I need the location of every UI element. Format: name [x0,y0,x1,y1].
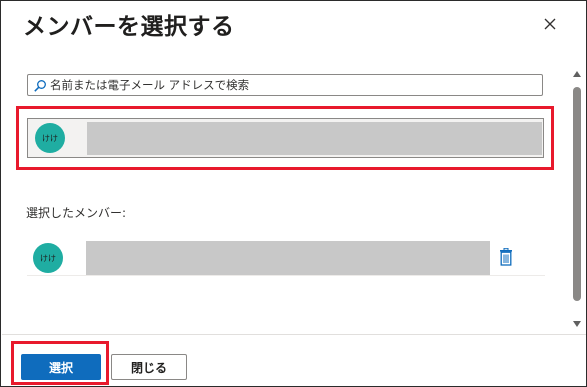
close-button[interactable]: 閉じる [111,354,187,380]
search-input[interactable] [50,75,535,95]
selected-member-row: けけ [27,239,545,276]
scrollbar-thumb[interactable] [573,87,581,301]
search-result-item[interactable]: けけ [27,118,544,158]
scroll-down-arrow-icon[interactable] [573,321,581,327]
search-box[interactable] [27,74,543,96]
trash-icon[interactable] [499,247,513,266]
close-icon[interactable] [539,13,561,35]
redacted-name [87,122,542,155]
dialog-title: メンバーを選択する [23,14,235,40]
avatar: けけ [33,243,63,273]
search-icon [33,78,47,92]
select-members-dialog: メンバーを選択する けけ 選択したメンバー: けけ [0,0,587,387]
redacted-name [86,241,490,275]
scroll-up-arrow-icon[interactable] [573,71,581,77]
avatar: けけ [35,123,65,153]
select-button[interactable]: 選択 [21,354,101,380]
footer-divider [2,334,586,335]
selected-members-label: 選択したメンバー: [26,206,127,220]
vertical-scrollbar[interactable] [571,71,583,329]
